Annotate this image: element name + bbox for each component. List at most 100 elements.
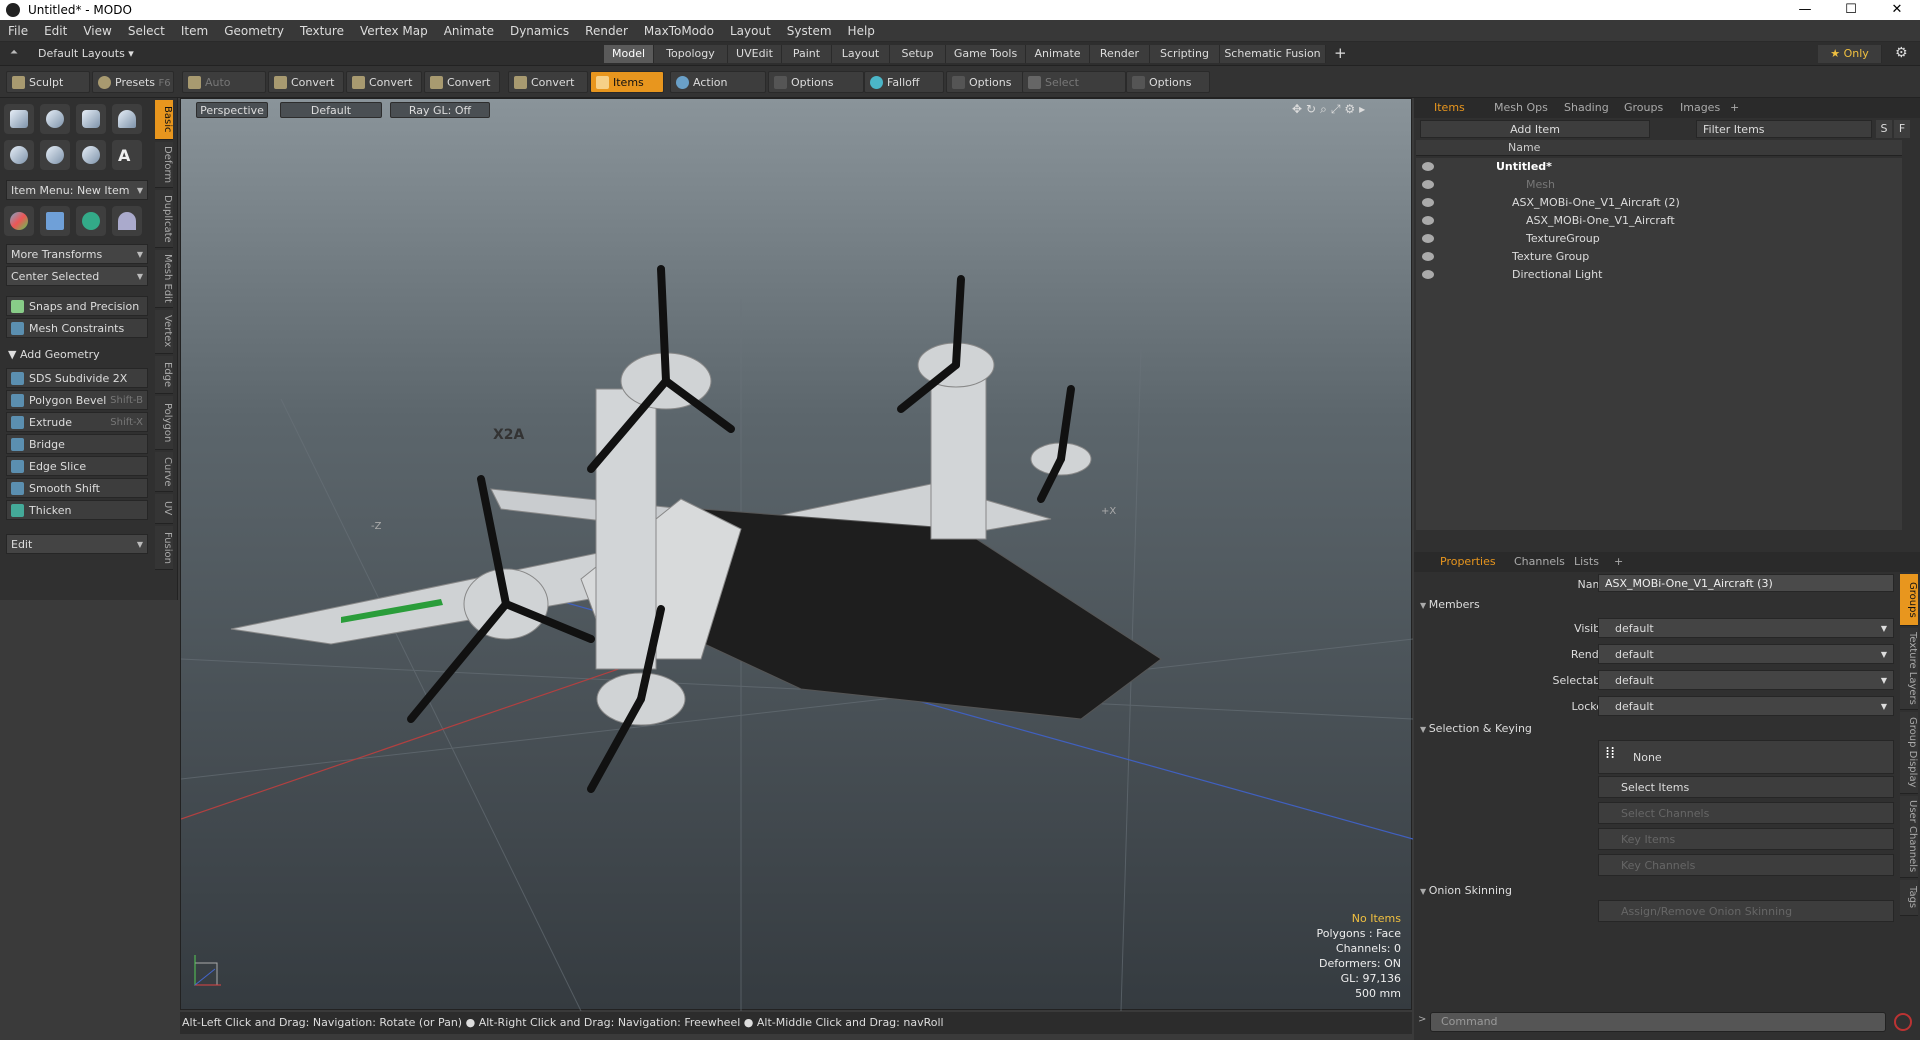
pyramid-icon[interactable] bbox=[112, 206, 142, 236]
sds-subdivide-button[interactable]: SDS Subdivide 2X bbox=[6, 368, 148, 388]
key-items-button[interactable]: Key Items bbox=[1598, 828, 1894, 850]
menu-view[interactable]: View bbox=[75, 20, 119, 38]
command-input[interactable]: Command bbox=[1430, 1012, 1886, 1032]
text-primitive-icon[interactable]: A bbox=[112, 140, 142, 170]
minimize-button[interactable]: — bbox=[1782, 0, 1828, 20]
visible-dropdown[interactable]: default bbox=[1598, 618, 1894, 639]
only-toggle[interactable]: ★ Only bbox=[1818, 45, 1882, 63]
raygl-toggle[interactable]: Ray GL: Off bbox=[390, 102, 490, 118]
settings-gear-icon[interactable]: ⚙ bbox=[1895, 45, 1908, 61]
menu-item[interactable]: Item bbox=[173, 20, 216, 38]
add-properties-tab-button[interactable]: + bbox=[1606, 553, 1631, 571]
polygon-bevel-button[interactable]: Polygon Bevel Shift-B bbox=[6, 390, 148, 410]
tab-channels[interactable]: Channels bbox=[1506, 553, 1573, 571]
vtab-uv[interactable]: UV bbox=[155, 494, 173, 524]
center-selected-dropdown[interactable]: Center Selected bbox=[6, 266, 148, 287]
tab-game-tools[interactable]: Game Tools bbox=[946, 45, 1026, 63]
add-geometry-header[interactable]: ▼ Add Geometry bbox=[8, 348, 100, 361]
thicken-button[interactable]: Thicken bbox=[6, 500, 148, 520]
vtab-vertex[interactable]: Vertex bbox=[155, 310, 173, 354]
none-swatch-button[interactable]: ⁞⁞ None bbox=[1598, 740, 1894, 774]
sidetab-groups[interactable]: Groups bbox=[1900, 574, 1918, 626]
convert-button-1[interactable]: Convert bbox=[268, 71, 344, 93]
vtab-basic[interactable]: Basic bbox=[155, 100, 173, 140]
options-button-3[interactable]: Options bbox=[1126, 71, 1210, 93]
convert-button-2[interactable]: Convert bbox=[346, 71, 422, 93]
filter-f-toggle[interactable]: F bbox=[1894, 120, 1910, 138]
presets-button[interactable]: Presets F6 bbox=[92, 71, 174, 93]
menu-geometry[interactable]: Geometry bbox=[216, 20, 292, 38]
vtab-edge[interactable]: Edge bbox=[155, 356, 173, 394]
bridge-button[interactable]: Bridge bbox=[6, 434, 148, 454]
visibility-eye-icon[interactable] bbox=[1422, 162, 1434, 171]
menu-render[interactable]: Render bbox=[577, 20, 636, 38]
torus-primitive-icon[interactable] bbox=[4, 140, 34, 170]
menu-texture[interactable]: Texture bbox=[292, 20, 352, 38]
tab-mesh-ops[interactable]: Mesh Ops bbox=[1486, 99, 1556, 117]
maximize-button[interactable]: ☐ bbox=[1828, 0, 1874, 20]
tube-primitive-icon[interactable] bbox=[40, 140, 70, 170]
tab-model[interactable]: Model bbox=[604, 45, 654, 63]
sculpt-button[interactable]: Sculpt bbox=[6, 71, 90, 93]
more-transforms-dropdown[interactable]: More Transforms bbox=[6, 244, 148, 265]
menu-help[interactable]: Help bbox=[840, 20, 883, 38]
tab-animate[interactable]: Animate bbox=[1026, 45, 1090, 63]
tab-topology[interactable]: Topology bbox=[654, 45, 728, 63]
onion-skinning-section[interactable]: Onion Skinning bbox=[1420, 884, 1512, 897]
snaps-precision-button[interactable]: Snaps and Precision bbox=[6, 296, 148, 316]
select-channels-button[interactable]: Select Channels bbox=[1598, 802, 1894, 824]
item-menu-dropdown[interactable]: Item Menu: New Item bbox=[6, 180, 148, 201]
vtab-curve[interactable]: Curve bbox=[155, 452, 173, 492]
cone-primitive-icon[interactable] bbox=[112, 104, 142, 134]
visibility-eye-icon[interactable] bbox=[1422, 270, 1434, 279]
menu-layout[interactable]: Layout bbox=[722, 20, 779, 38]
collapse-icon[interactable]: ⏶ bbox=[10, 47, 18, 58]
menu-dynamics[interactable]: Dynamics bbox=[502, 20, 577, 38]
selection-keying-section[interactable]: Selection & Keying bbox=[1420, 722, 1532, 735]
sidetab-user-channels[interactable]: User Channels bbox=[1900, 796, 1918, 878]
key-channels-button[interactable]: Key Channels bbox=[1598, 854, 1894, 876]
filter-items-input[interactable]: Filter Items bbox=[1696, 120, 1872, 138]
3d-viewport[interactable]: X2A -Z +X No Items Polygons : Face Chann… bbox=[180, 98, 1413, 1011]
tree-item-aircraft-mesh[interactable]: ASX_MOBi-One_V1_Aircraft bbox=[1416, 212, 1902, 230]
tab-paint[interactable]: Paint bbox=[782, 45, 832, 63]
mesh-constraints-button[interactable]: Mesh Constraints bbox=[6, 318, 148, 338]
cube-primitive-icon[interactable] bbox=[4, 104, 34, 134]
tab-scripting[interactable]: Scripting bbox=[1150, 45, 1220, 63]
vtab-fusion[interactable]: Fusion bbox=[155, 526, 173, 570]
tab-setup[interactable]: Setup bbox=[890, 45, 946, 63]
name-column-header[interactable]: Name bbox=[1508, 141, 1540, 154]
tab-groups[interactable]: Groups bbox=[1616, 99, 1671, 117]
select-items-button[interactable]: Select Items bbox=[1598, 776, 1894, 798]
menu-maxtomodo[interactable]: MaxToModo bbox=[636, 20, 722, 38]
close-button[interactable]: ✕ bbox=[1874, 0, 1920, 20]
visibility-eye-icon[interactable] bbox=[1422, 216, 1434, 225]
sphere-primitive-icon[interactable] bbox=[40, 104, 70, 134]
visibility-eye-icon[interactable] bbox=[1422, 252, 1434, 261]
tab-render[interactable]: Render bbox=[1090, 45, 1150, 63]
members-section[interactable]: Members bbox=[1420, 598, 1480, 611]
globe-icon[interactable] bbox=[76, 206, 106, 236]
vtab-duplicate[interactable]: Duplicate bbox=[155, 190, 173, 248]
tab-layout[interactable]: Layout bbox=[832, 45, 890, 63]
add-item-dropdown[interactable]: Add Item bbox=[1420, 120, 1650, 138]
visibility-eye-icon[interactable] bbox=[1422, 234, 1434, 243]
options-button-2[interactable]: Options bbox=[946, 71, 1026, 93]
visibility-eye-icon[interactable] bbox=[1422, 180, 1434, 189]
transform-icon[interactable] bbox=[4, 206, 34, 236]
tab-images[interactable]: Images bbox=[1672, 99, 1728, 117]
edit-dropdown[interactable]: Edit bbox=[6, 534, 148, 555]
smooth-shift-button[interactable]: Smooth Shift bbox=[6, 478, 148, 498]
vtab-polygon[interactable]: Polygon bbox=[155, 396, 173, 450]
sidetab-group-display[interactable]: Group Display bbox=[1900, 712, 1918, 794]
tree-item-texturegroup[interactable]: TextureGroup bbox=[1416, 230, 1902, 248]
cylinder-primitive-icon[interactable] bbox=[76, 104, 106, 134]
falloff-button[interactable]: Falloff bbox=[864, 71, 944, 93]
selectable-dropdown[interactable]: default bbox=[1598, 670, 1894, 691]
view-type-dropdown[interactable]: Perspective bbox=[196, 102, 268, 118]
default-layouts-dropdown[interactable]: Default Layouts ▾ bbox=[38, 47, 134, 60]
visibility-eye-icon[interactable] bbox=[1422, 198, 1434, 207]
action-center-button[interactable]: Action Center bbox=[670, 71, 766, 111]
locked-dropdown[interactable]: default bbox=[1598, 696, 1894, 717]
menu-edit[interactable]: Edit bbox=[36, 20, 75, 38]
